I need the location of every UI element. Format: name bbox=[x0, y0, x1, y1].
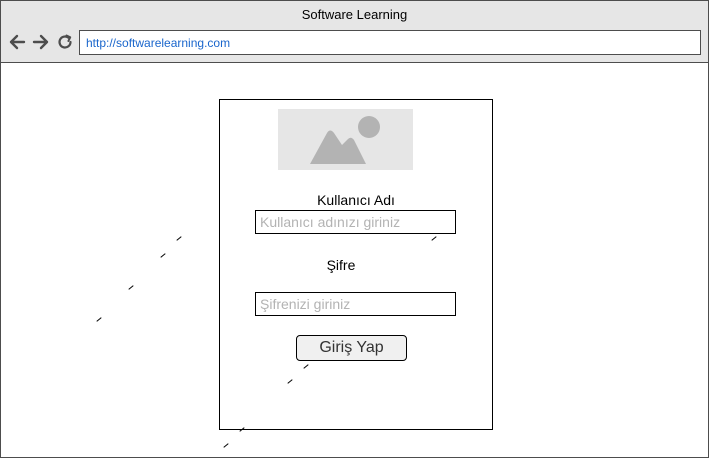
image-placeholder-icon bbox=[278, 109, 413, 170]
reload-icon[interactable] bbox=[56, 33, 74, 51]
username-label: Kullanıcı Adı bbox=[317, 192, 395, 208]
back-arrow-icon[interactable] bbox=[8, 33, 26, 51]
username-input[interactable] bbox=[255, 210, 456, 234]
stray-mark bbox=[160, 253, 166, 258]
stray-mark bbox=[176, 236, 182, 241]
password-input[interactable] bbox=[255, 292, 456, 316]
login-button[interactable]: Giriş Yap bbox=[296, 335, 407, 361]
login-panel: Kullanıcı Adı Şifre Giriş Yap bbox=[219, 99, 493, 430]
stray-mark bbox=[223, 443, 229, 448]
forward-arrow-icon[interactable] bbox=[32, 33, 50, 51]
address-bar[interactable]: http://softwarelearning.com bbox=[79, 30, 701, 55]
browser-window: Software Learning http://softwarelearnin… bbox=[0, 0, 709, 458]
window-title: Software Learning bbox=[301, 7, 408, 22]
browser-titlebar: Software Learning http://softwarelearnin… bbox=[1, 1, 708, 63]
url-text: http://softwarelearning.com bbox=[86, 36, 231, 50]
stray-mark bbox=[128, 285, 134, 290]
password-label: Şifre bbox=[326, 257, 356, 273]
stray-mark bbox=[96, 317, 102, 322]
